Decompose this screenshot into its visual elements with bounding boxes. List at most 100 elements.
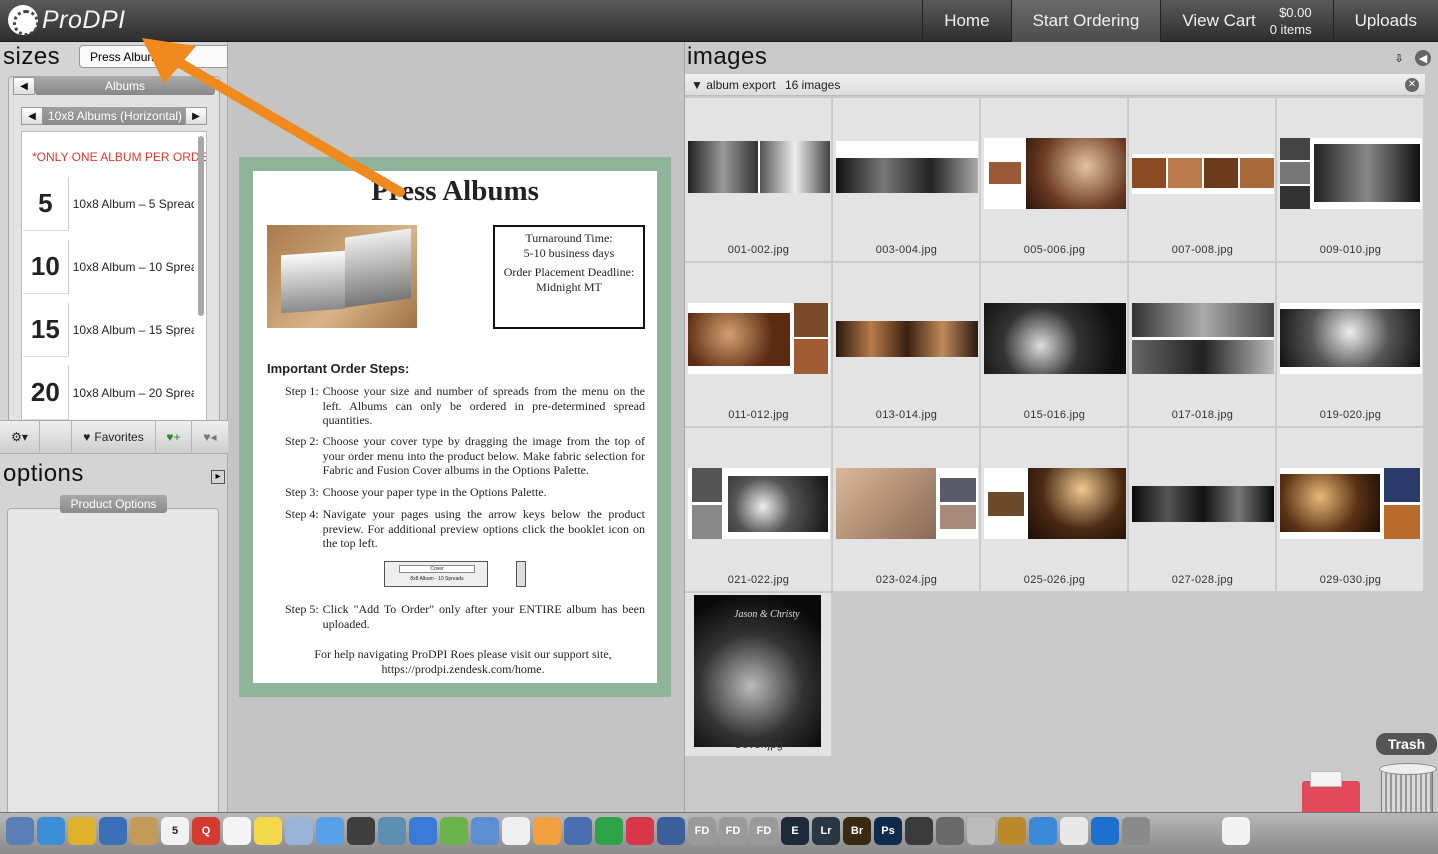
edge-animate-icon[interactable]: E bbox=[781, 817, 809, 845]
nav-uploads[interactable]: Uploads bbox=[1332, 0, 1438, 42]
press-albums-tab[interactable]: Press Albums bbox=[79, 45, 228, 68]
step-text: Choose your cover type by dragging the i… bbox=[322, 434, 645, 477]
app-wheel-icon[interactable] bbox=[657, 817, 685, 845]
safari-icon[interactable] bbox=[37, 817, 65, 845]
category-prev-button[interactable]: ◀ bbox=[13, 77, 35, 95]
iphoto-icon[interactable] bbox=[378, 817, 406, 845]
system-prefs-icon[interactable] bbox=[1122, 817, 1150, 845]
category-albums[interactable]: Albums bbox=[35, 77, 215, 95]
fd-icon-1[interactable]: FD bbox=[688, 817, 716, 845]
images-title: images bbox=[687, 43, 768, 70]
image-tile[interactable]: 027-028.jpg bbox=[1129, 428, 1276, 592]
size-number: 20 bbox=[23, 366, 69, 420]
fd-icon-3[interactable]: FD bbox=[750, 817, 778, 845]
image-thumbnail bbox=[836, 321, 978, 357]
size-option-15[interactable]: 15 10x8 Album – 15 Spreads bbox=[22, 302, 194, 358]
numbers-icon[interactable] bbox=[440, 817, 468, 845]
final-cut-icon[interactable] bbox=[905, 817, 933, 845]
nav-view-cart[interactable]: View Cart $0.00 0 items bbox=[1160, 0, 1332, 42]
subcategory-next-button[interactable]: ▶ bbox=[185, 107, 207, 125]
photoshop-icon[interactable]: Ps bbox=[874, 817, 902, 845]
image-thumbnail bbox=[688, 303, 830, 374]
facetime-icon[interactable] bbox=[347, 817, 375, 845]
quicktime-icon[interactable]: Q bbox=[192, 817, 220, 845]
fd-icon-2[interactable]: FD bbox=[719, 817, 747, 845]
image-thumbnail bbox=[1132, 303, 1274, 374]
java-icon[interactable] bbox=[1222, 817, 1250, 845]
size-option-20[interactable]: 20 10x8 Album – 20 Spreads bbox=[22, 365, 194, 421]
size-option-10[interactable]: 10 10x8 Album – 10 Spreads bbox=[22, 239, 194, 295]
image-tile[interactable]: 023-024.jpg bbox=[833, 428, 980, 592]
options-expand-icon[interactable]: ▸ bbox=[211, 470, 225, 484]
image-thumbnail bbox=[1280, 468, 1422, 539]
image-tile[interactable]: 029-030.jpg bbox=[1277, 428, 1424, 592]
image-thumbnail bbox=[984, 138, 1126, 209]
calendar-icon[interactable]: 5 bbox=[161, 817, 189, 845]
album-header[interactable]: ▼ album export 16 images ✕ bbox=[685, 74, 1425, 96]
notes-icon[interactable] bbox=[254, 817, 282, 845]
imovie-icon[interactable] bbox=[564, 817, 592, 845]
lightroom-icon[interactable]: Lr bbox=[812, 817, 840, 845]
image-tile[interactable]: 001-002.jpg bbox=[685, 98, 832, 262]
image-tile[interactable]: 017-018.jpg bbox=[1129, 263, 1276, 427]
image-thumbnail bbox=[984, 468, 1126, 539]
nav-home[interactable]: Home bbox=[922, 0, 1010, 42]
add-favorite-button[interactable]: ♥+ bbox=[156, 420, 192, 454]
pages-icon[interactable] bbox=[533, 817, 561, 845]
size-label: 10x8 Album – 10 Spreads bbox=[72, 260, 194, 274]
messages-icon[interactable] bbox=[316, 817, 344, 845]
keynote-icon[interactable] bbox=[471, 817, 499, 845]
gear-menu-button[interactable]: ⚙▾ bbox=[0, 420, 40, 454]
image-tile[interactable]: 021-022.jpg bbox=[685, 428, 832, 592]
nav-start-ordering[interactable]: Start Ordering bbox=[1010, 0, 1161, 42]
size-list: *ONLY ONE ALBUM PER ORDER 5 10x8 Album –… bbox=[21, 131, 207, 435]
step-3: Step 3: Choose your paper type in the Op… bbox=[285, 485, 645, 500]
textedit-icon[interactable] bbox=[502, 817, 530, 845]
contacts-icon[interactable] bbox=[130, 817, 158, 845]
deadline-label: Order Placement Deadline: bbox=[503, 265, 635, 279]
image-tile[interactable]: 005-006.jpg bbox=[981, 98, 1128, 262]
wifi-icon[interactable] bbox=[1060, 817, 1088, 845]
app-x-icon[interactable] bbox=[967, 817, 995, 845]
app-lips-icon[interactable] bbox=[626, 817, 654, 845]
image-tile[interactable]: 011-012.jpg bbox=[685, 263, 832, 427]
camera-icon[interactable] bbox=[936, 817, 964, 845]
chrome-icon[interactable] bbox=[68, 817, 96, 845]
remove-favorite-button[interactable]: ♥◂ bbox=[192, 420, 228, 454]
view-cart-label: View Cart bbox=[1182, 11, 1256, 30]
image-tile-cover[interactable]: Jason & Christy Cover.jpg bbox=[685, 593, 832, 757]
preview-icon[interactable] bbox=[285, 817, 313, 845]
main-nav: Home Start Ordering View Cart $0.00 0 it… bbox=[922, 0, 1438, 42]
subcategory-label[interactable]: 10x8 Albums (Horizontal) bbox=[43, 107, 189, 125]
subcategory-prev-button[interactable]: ◀ bbox=[21, 107, 43, 125]
download-icon[interactable]: ⇩ bbox=[1391, 50, 1407, 66]
favorites-button[interactable]: ♥ Favorites bbox=[72, 420, 156, 454]
image-tile[interactable]: 025-026.jpg bbox=[981, 428, 1128, 592]
image-tile[interactable]: 015-016.jpg bbox=[981, 263, 1128, 427]
step-2: Step 2: Choose your cover type by draggi… bbox=[285, 434, 645, 478]
product-options-tab[interactable]: Product Options bbox=[60, 495, 167, 513]
app-tools-icon[interactable] bbox=[998, 817, 1026, 845]
reminders-icon[interactable] bbox=[223, 817, 251, 845]
app-green-icon[interactable] bbox=[595, 817, 623, 845]
image-tile[interactable]: 013-014.jpg bbox=[833, 263, 980, 427]
step-1: Step 1: Choose your size and number of s… bbox=[285, 384, 645, 428]
turnaround-box: Turnaround Time: 5-10 business days Orde… bbox=[493, 225, 645, 329]
close-album-icon[interactable]: ✕ bbox=[1405, 78, 1419, 92]
image-tile[interactable]: 007-008.jpg bbox=[1129, 98, 1276, 262]
network-icon[interactable] bbox=[99, 817, 127, 845]
size-option-5[interactable]: 5 10x8 Album – 5 Spreads bbox=[22, 176, 194, 232]
prodpi-logo[interactable]: ProDPI bbox=[8, 5, 126, 36]
preview-frame[interactable]: Press Albums Turnaround Time: 5-10 busin… bbox=[239, 157, 671, 697]
step-text: Choose your paper type in the Options Pa… bbox=[322, 485, 547, 499]
image-tile[interactable]: 009-010.jpg bbox=[1277, 98, 1424, 262]
app-store-icon[interactable] bbox=[1029, 817, 1057, 845]
size-list-scrollbar[interactable] bbox=[198, 136, 204, 316]
image-tile[interactable]: 003-004.jpg bbox=[833, 98, 980, 262]
teamviewer-icon[interactable] bbox=[1091, 817, 1119, 845]
image-tile[interactable]: 019-020.jpg bbox=[1277, 263, 1424, 427]
itunes-icon[interactable] bbox=[409, 817, 437, 845]
finder-icon[interactable] bbox=[6, 817, 34, 845]
bridge-icon[interactable]: Br bbox=[843, 817, 871, 845]
collapse-panel-icon[interactable]: ◀ bbox=[1415, 50, 1431, 66]
